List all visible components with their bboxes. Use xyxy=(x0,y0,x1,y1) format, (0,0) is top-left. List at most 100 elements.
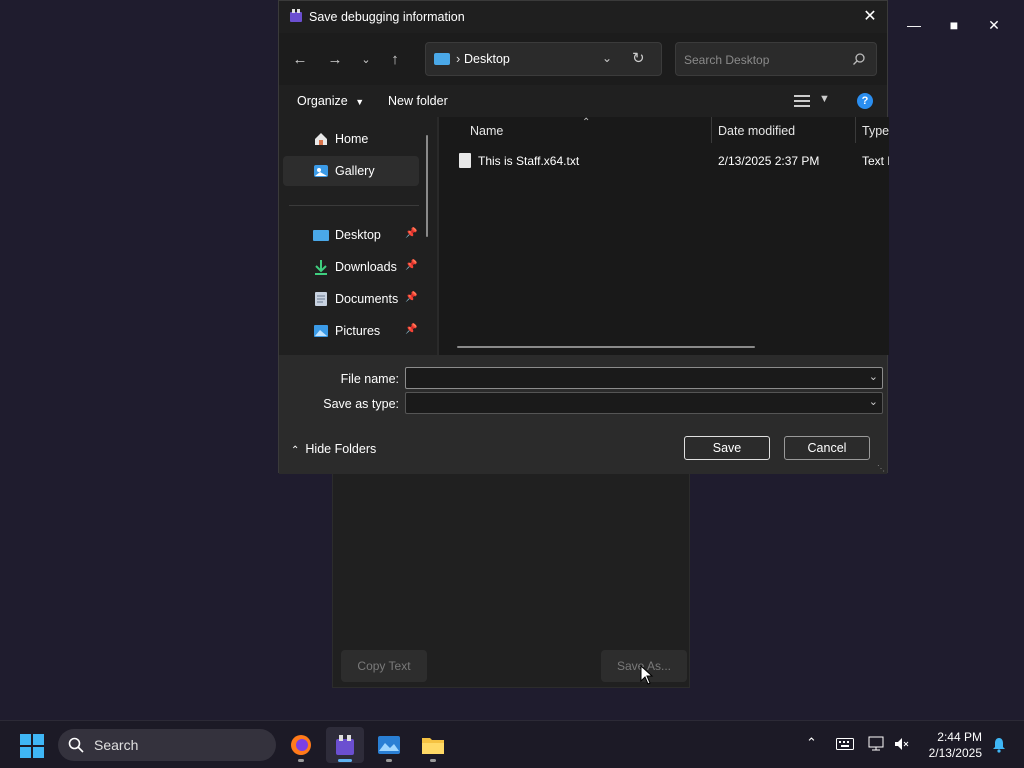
column-header-name[interactable]: Name xyxy=(470,124,503,138)
column-header-type[interactable]: Type xyxy=(862,124,889,138)
pin-icon[interactable]: 📌 xyxy=(405,228,417,239)
organize-menu[interactable]: Organize ▼ xyxy=(297,94,364,108)
firefox-taskbar-button[interactable] xyxy=(282,727,320,763)
file-row[interactable]: This is Staff.x64.txt 2/13/2025 2:37 PM … xyxy=(439,148,889,174)
forward-arrow-icon[interactable]: → xyxy=(324,48,346,70)
app-icon xyxy=(290,9,302,22)
copy-text-button[interactable]: Copy Text xyxy=(341,650,427,682)
taskbar: Search ⌃ 2:44 PM 2/13/2025 xyxy=(0,720,1024,768)
running-indicator xyxy=(338,759,352,762)
breadcrumb-chevron-icon: › xyxy=(456,51,461,66)
system-clock[interactable]: 2:44 PM 2/13/2025 xyxy=(929,729,982,761)
running-indicator xyxy=(298,759,304,762)
sidebar-item-label: Home xyxy=(335,132,369,146)
taskbar-search[interactable]: Search xyxy=(58,729,276,761)
view-dropdown-icon[interactable]: ▼ xyxy=(819,93,830,105)
sidebar-item-pictures[interactable]: Pictures 📌 xyxy=(283,316,419,346)
mouse-cursor-icon xyxy=(640,665,654,685)
minimize-icon[interactable]: — xyxy=(894,14,934,36)
address-dropdown-icon[interactable]: ⌄ xyxy=(602,51,612,65)
app-icon xyxy=(336,735,354,755)
recent-locations-chevron-icon[interactable]: ⌄ xyxy=(355,48,377,70)
sidebar-item-gallery[interactable]: Gallery xyxy=(283,156,419,186)
chevron-up-icon: ⌃ xyxy=(291,445,300,456)
photos-icon xyxy=(378,736,400,754)
taskbar-search-label: Search xyxy=(94,737,139,753)
documents-icon xyxy=(315,292,327,306)
gallery-icon xyxy=(314,165,328,177)
search-icon xyxy=(68,737,84,753)
hide-folders-toggle[interactable]: ⌃ Hide Folders xyxy=(291,442,376,456)
clock-time: 2:44 PM xyxy=(937,730,982,744)
notification-bell-icon[interactable] xyxy=(992,737,1006,753)
help-icon[interactable]: ? xyxy=(857,93,873,109)
sidebar-item-downloads[interactable]: Downloads 📌 xyxy=(283,252,419,282)
debug-app-taskbar-button[interactable] xyxy=(326,727,364,763)
close-icon[interactable]: ✕ xyxy=(974,14,1014,36)
pin-icon[interactable]: 📌 xyxy=(405,292,417,303)
sidebar-divider xyxy=(289,205,419,206)
search-input[interactable] xyxy=(684,51,844,69)
save-dialog: Save debugging information ✕ ← → ⌄ ↑ › D… xyxy=(278,0,889,474)
text-file-icon xyxy=(459,153,471,168)
file-name-field[interactable] xyxy=(410,370,850,386)
sidebar-item-home[interactable]: Home xyxy=(283,124,419,154)
resize-grip-icon[interactable]: ⋱ xyxy=(877,464,885,473)
sidebar-item-label: Pictures xyxy=(335,324,381,338)
back-arrow-icon[interactable]: ← xyxy=(289,48,311,70)
pin-icon[interactable]: 📌 xyxy=(405,260,417,271)
file-explorer-taskbar-button[interactable] xyxy=(414,727,452,763)
address-bar[interactable]: › Desktop ⌄ ↻ xyxy=(425,42,662,76)
save-as-type-select[interactable]: ⌄ xyxy=(405,392,883,414)
search-box[interactable] xyxy=(675,42,877,76)
sidebar-scrollbar[interactable] xyxy=(426,135,428,237)
column-divider[interactable] xyxy=(711,117,712,143)
save-form: File name: ⌄ Save as type: ⌄ ⌃ Hide Folde… xyxy=(279,355,887,474)
background-app-panel: Copy Text Save As... xyxy=(332,470,690,688)
sidebar-item-desktop[interactable]: Desktop 📌 xyxy=(283,220,419,250)
search-icon xyxy=(853,53,865,65)
photos-taskbar-button[interactable] xyxy=(370,727,408,763)
show-hidden-icons-chevron-icon[interactable]: ⌃ xyxy=(806,735,817,751)
column-divider[interactable] xyxy=(855,117,856,143)
network-icon[interactable] xyxy=(868,736,886,752)
chevron-down-icon[interactable]: ⌄ xyxy=(869,370,878,383)
save-button[interactable]: Save xyxy=(684,436,770,460)
save-as-type-label: Save as type: xyxy=(323,397,399,411)
column-header-date-modified[interactable]: Date modified xyxy=(718,124,795,138)
file-date-cell: 2/13/2025 2:37 PM xyxy=(718,154,820,168)
new-folder-button[interactable]: New folder xyxy=(388,94,448,108)
navigation-bar: ← → ⌄ ↑ › Desktop ⌄ ↻ xyxy=(279,33,887,85)
maximize-icon[interactable]: ■ xyxy=(934,14,974,36)
sidebar-item-label: Desktop xyxy=(335,228,381,242)
volume-muted-icon[interactable] xyxy=(894,737,910,751)
file-name-combo[interactable]: ⌄ xyxy=(405,367,883,389)
sidebar-item-label: Gallery xyxy=(335,164,375,178)
windows-start-icon[interactable] xyxy=(20,734,44,758)
view-options-icon[interactable] xyxy=(794,94,810,108)
hide-folders-label: Hide Folders xyxy=(305,442,377,456)
horizontal-scrollbar[interactable] xyxy=(457,346,755,348)
clock-date: 2/13/2025 xyxy=(928,746,982,760)
folder-icon xyxy=(422,738,444,754)
file-name-label: File name: xyxy=(340,372,399,386)
organize-label: Organize xyxy=(297,94,348,108)
pin-icon[interactable]: 📌 xyxy=(405,324,417,335)
running-indicator xyxy=(430,759,436,762)
navigation-pane: Home Gallery Desktop 📌 Downloads 📌 Docum… xyxy=(279,117,437,355)
refresh-icon[interactable]: ↻ xyxy=(632,49,645,67)
save-as-type-field[interactable] xyxy=(410,395,850,411)
cancel-button[interactable]: Cancel xyxy=(784,436,870,460)
firefox-icon xyxy=(291,735,311,755)
sidebar-item-label: Downloads xyxy=(335,260,397,274)
breadcrumb-location[interactable]: Desktop xyxy=(464,52,510,66)
up-arrow-icon[interactable]: ↑ xyxy=(384,48,406,70)
file-name-cell: This is Staff.x64.txt xyxy=(478,154,580,168)
keyboard-icon[interactable] xyxy=(836,738,854,750)
sidebar-item-documents[interactable]: Documents 📌 xyxy=(283,284,419,314)
pictures-icon xyxy=(314,325,328,337)
dialog-close-button[interactable]: ✕ xyxy=(859,5,881,27)
chevron-down-icon[interactable]: ⌄ xyxy=(869,395,878,408)
file-type-cell: Text Document xyxy=(862,154,889,168)
download-icon xyxy=(315,260,327,275)
